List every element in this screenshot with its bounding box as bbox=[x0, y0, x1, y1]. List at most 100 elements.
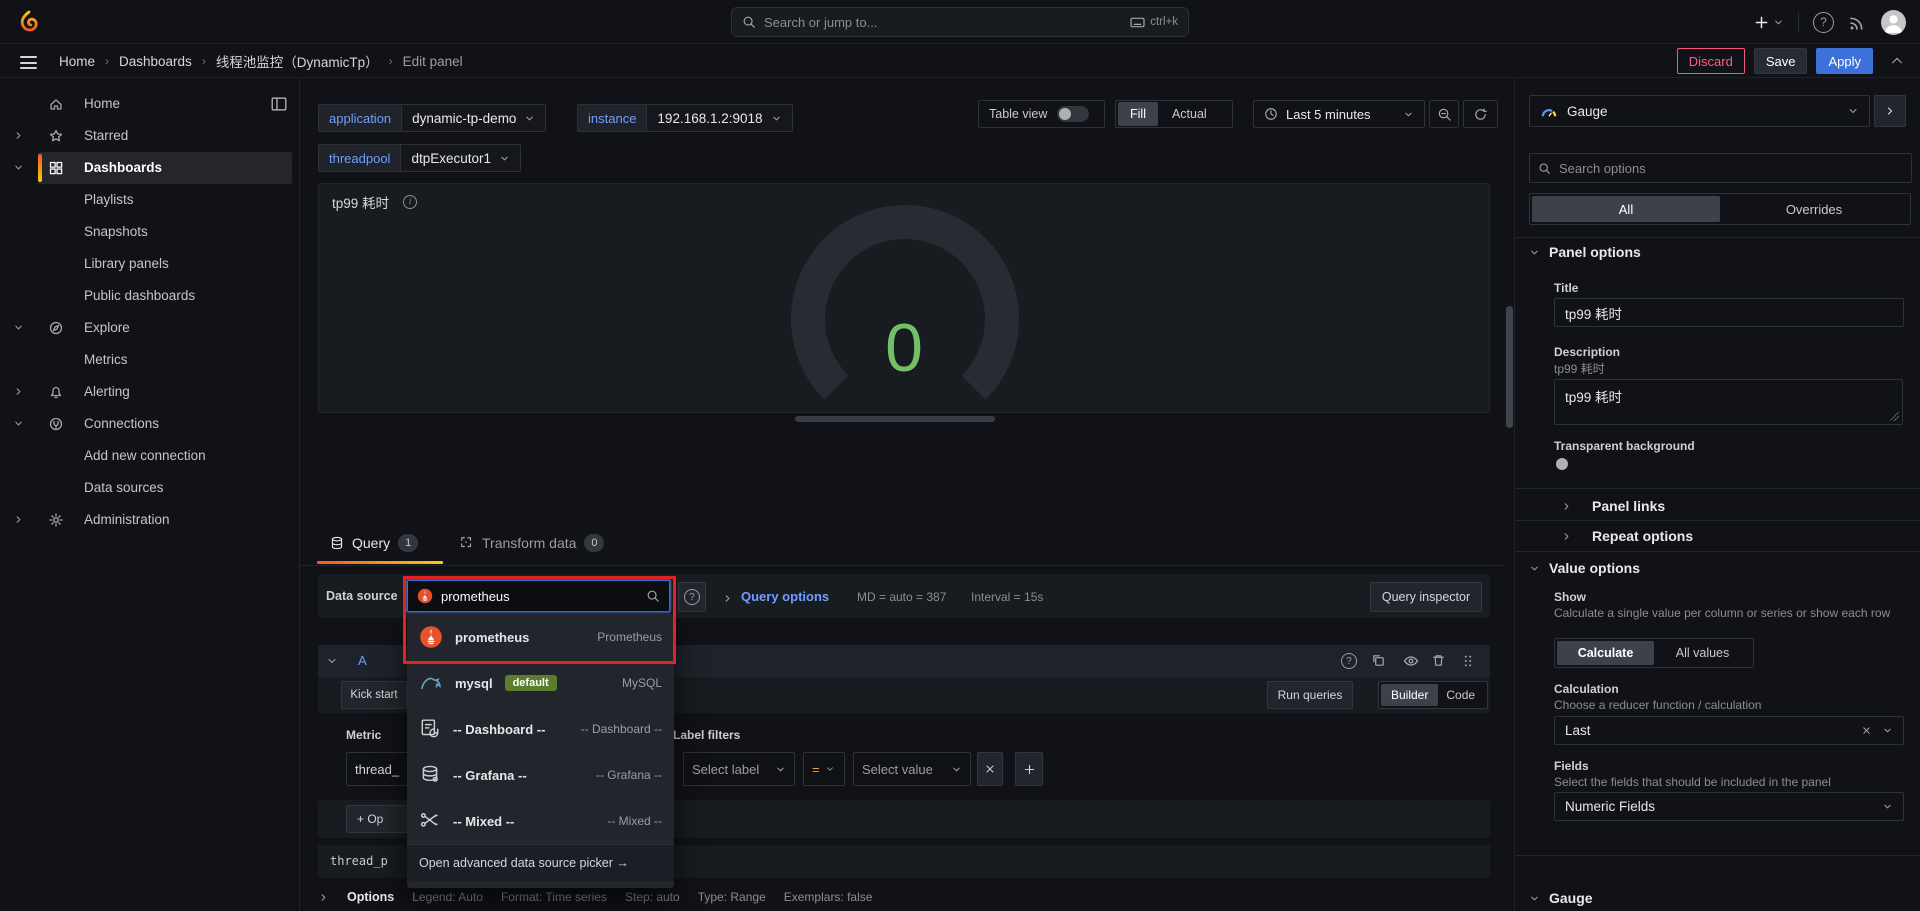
fields-label: Fields bbox=[1554, 759, 1589, 773]
section-panel-links[interactable]: Panel links bbox=[1529, 498, 1665, 514]
collapse-controls-icon[interactable] bbox=[1890, 54, 1904, 68]
code-option[interactable]: Code bbox=[1438, 684, 1483, 706]
gauge-panel[interactable]: tp99 耗时 i 0 bbox=[318, 183, 1490, 413]
sidebar-item-public-dashboards[interactable]: Public dashboards bbox=[0, 280, 300, 312]
sidebar-item-explore[interactable]: Explore bbox=[0, 312, 300, 344]
menu-toggle-button[interactable] bbox=[20, 56, 37, 73]
discard-button[interactable]: Discard bbox=[1677, 48, 1745, 74]
grafana-logo[interactable] bbox=[18, 10, 40, 34]
variable-value-dropdown[interactable]: dtpExecutor1 bbox=[401, 144, 521, 172]
user-avatar[interactable] bbox=[1881, 10, 1906, 35]
zoom-out-button[interactable] bbox=[1429, 100, 1459, 128]
run-queries-button[interactable]: Run queries bbox=[1267, 681, 1353, 709]
query-help-icon[interactable]: ? bbox=[1341, 653, 1357, 669]
sidebar-item-administration[interactable]: Administration bbox=[0, 504, 300, 536]
help-button[interactable]: ? bbox=[1813, 12, 1834, 33]
apply-button[interactable]: Apply bbox=[1816, 48, 1873, 74]
datasource-option-prometheus[interactable]: prometheus Prometheus bbox=[407, 614, 674, 660]
trash-icon[interactable] bbox=[1431, 653, 1446, 668]
select-value-dropdown[interactable]: Select value bbox=[853, 752, 971, 786]
section-value-options[interactable]: Value options bbox=[1529, 560, 1640, 576]
search-options-input[interactable]: Search options bbox=[1529, 153, 1912, 183]
description-textarea[interactable]: tp99 耗时 bbox=[1554, 379, 1903, 425]
actual-option[interactable]: Actual bbox=[1160, 102, 1219, 126]
time-range-picker[interactable]: Last 5 minutes bbox=[1253, 100, 1425, 128]
breadcrumb-dashboard-name[interactable]: 线程池监控（DynamicTp） bbox=[216, 51, 379, 71]
sidebar-item-snapshots[interactable]: Snapshots bbox=[0, 216, 300, 248]
fill-option[interactable]: Fill bbox=[1118, 102, 1158, 126]
remove-filter-button[interactable] bbox=[977, 752, 1003, 786]
builder-option[interactable]: Builder bbox=[1381, 684, 1438, 706]
sidebar-item-data-sources[interactable]: Data sources bbox=[0, 472, 300, 504]
panel-resize-handle[interactable] bbox=[795, 416, 995, 422]
chevron-right-icon[interactable] bbox=[318, 892, 329, 903]
calculation-select[interactable]: Last bbox=[1554, 716, 1904, 745]
tab-all[interactable]: All bbox=[1532, 196, 1720, 222]
select-label-dropdown[interactable]: Select label bbox=[683, 752, 795, 786]
info-icon[interactable]: i bbox=[403, 195, 417, 209]
chevron-down-icon[interactable] bbox=[13, 322, 24, 333]
section-panel-options[interactable]: Panel options bbox=[1529, 244, 1641, 260]
sidebar-item-alerting[interactable]: Alerting bbox=[0, 376, 300, 408]
section-gauge[interactable]: Gauge bbox=[1529, 890, 1593, 906]
eye-icon[interactable] bbox=[1403, 653, 1419, 669]
sidebar-item-metrics[interactable]: Metrics bbox=[0, 344, 300, 376]
chevron-down-icon[interactable] bbox=[326, 655, 338, 667]
breadcrumb-dashboards[interactable]: Dashboards bbox=[119, 54, 192, 69]
variable-value-dropdown[interactable]: dynamic-tp-demo bbox=[402, 104, 546, 132]
vertical-scrollbar[interactable] bbox=[1506, 306, 1513, 428]
sidebar-item-library-panels[interactable]: Library panels bbox=[0, 248, 300, 280]
sidebar-item-home[interactable]: Home bbox=[0, 88, 300, 120]
chevron-down-icon[interactable] bbox=[13, 418, 24, 429]
variable-value-dropdown[interactable]: 192.168.1.2:9018 bbox=[647, 104, 792, 132]
search-icon bbox=[646, 589, 660, 603]
toggle-off[interactable] bbox=[1057, 106, 1089, 122]
query-options-toggle[interactable]: Query options bbox=[741, 589, 829, 604]
kick-start-button[interactable]: Kick start bbox=[341, 681, 407, 709]
chevron-down-icon bbox=[1403, 109, 1414, 120]
global-search-input[interactable]: Search or jump to... ctrl+k bbox=[731, 7, 1189, 37]
fields-select[interactable]: Numeric Fields bbox=[1554, 792, 1904, 821]
sidebar-item-playlists[interactable]: Playlists bbox=[0, 184, 300, 216]
section-repeat-options[interactable]: Repeat options bbox=[1529, 528, 1693, 544]
datasource-option-grafana[interactable]: -- Grafana -- -- Grafana -- bbox=[407, 752, 674, 798]
tab-transform-data[interactable]: Transform data 0 bbox=[460, 534, 604, 552]
news-icon[interactable] bbox=[1848, 13, 1867, 32]
tab-query[interactable]: Query 1 bbox=[330, 534, 418, 552]
title-input[interactable]: tp99 耗时 bbox=[1554, 298, 1904, 327]
query-inspector-button[interactable]: Query inspector bbox=[1370, 582, 1482, 612]
add-filter-button[interactable] bbox=[1015, 752, 1043, 786]
datasource-option-dashboard[interactable]: -- Dashboard -- -- Dashboard -- bbox=[407, 706, 674, 752]
add-new-button[interactable] bbox=[1754, 15, 1784, 30]
chevron-down-icon[interactable] bbox=[13, 162, 24, 173]
resize-corner-icon[interactable] bbox=[1890, 412, 1899, 421]
process-icon bbox=[460, 536, 474, 550]
open-advanced-picker-link[interactable]: Open advanced data source picker → bbox=[407, 844, 674, 881]
table-view-toggle[interactable]: Table view bbox=[978, 100, 1105, 128]
tab-overrides[interactable]: Overrides bbox=[1720, 196, 1908, 222]
datasource-option-mysql[interactable]: mysql default MySQL bbox=[407, 660, 674, 706]
options-toggle[interactable]: Options bbox=[347, 890, 394, 904]
refresh-button[interactable] bbox=[1463, 100, 1498, 128]
datasource-picker-input[interactable]: prometheus bbox=[407, 580, 670, 612]
collapse-pane-button[interactable] bbox=[1874, 95, 1906, 127]
calculate-option[interactable]: Calculate bbox=[1557, 641, 1654, 665]
close-icon[interactable] bbox=[1861, 725, 1872, 736]
chevron-right-icon[interactable] bbox=[13, 386, 24, 397]
datasource-option-mixed[interactable]: -- Mixed -- -- Mixed -- bbox=[407, 798, 674, 844]
breadcrumb-home[interactable]: Home bbox=[59, 54, 95, 69]
visualization-picker[interactable]: Gauge bbox=[1529, 95, 1870, 127]
all-values-option[interactable]: All values bbox=[1654, 641, 1751, 665]
sidebar-item-dashboards[interactable]: Dashboards bbox=[0, 152, 300, 184]
operator-dropdown[interactable]: = bbox=[803, 752, 845, 786]
chevron-right-icon[interactable] bbox=[13, 514, 24, 525]
copy-icon[interactable] bbox=[1371, 653, 1386, 668]
chevron-right-icon[interactable] bbox=[13, 130, 24, 141]
save-button[interactable]: Save bbox=[1754, 48, 1808, 74]
datasource-help-button[interactable]: ? bbox=[678, 582, 706, 612]
drag-handle-icon[interactable] bbox=[1461, 654, 1475, 668]
chevron-right-icon[interactable] bbox=[722, 593, 733, 604]
sidebar-item-starred[interactable]: Starred bbox=[0, 120, 300, 152]
sidebar-item-connections[interactable]: Connections bbox=[0, 408, 300, 440]
sidebar-item-add-new-connection[interactable]: Add new connection bbox=[0, 440, 300, 472]
